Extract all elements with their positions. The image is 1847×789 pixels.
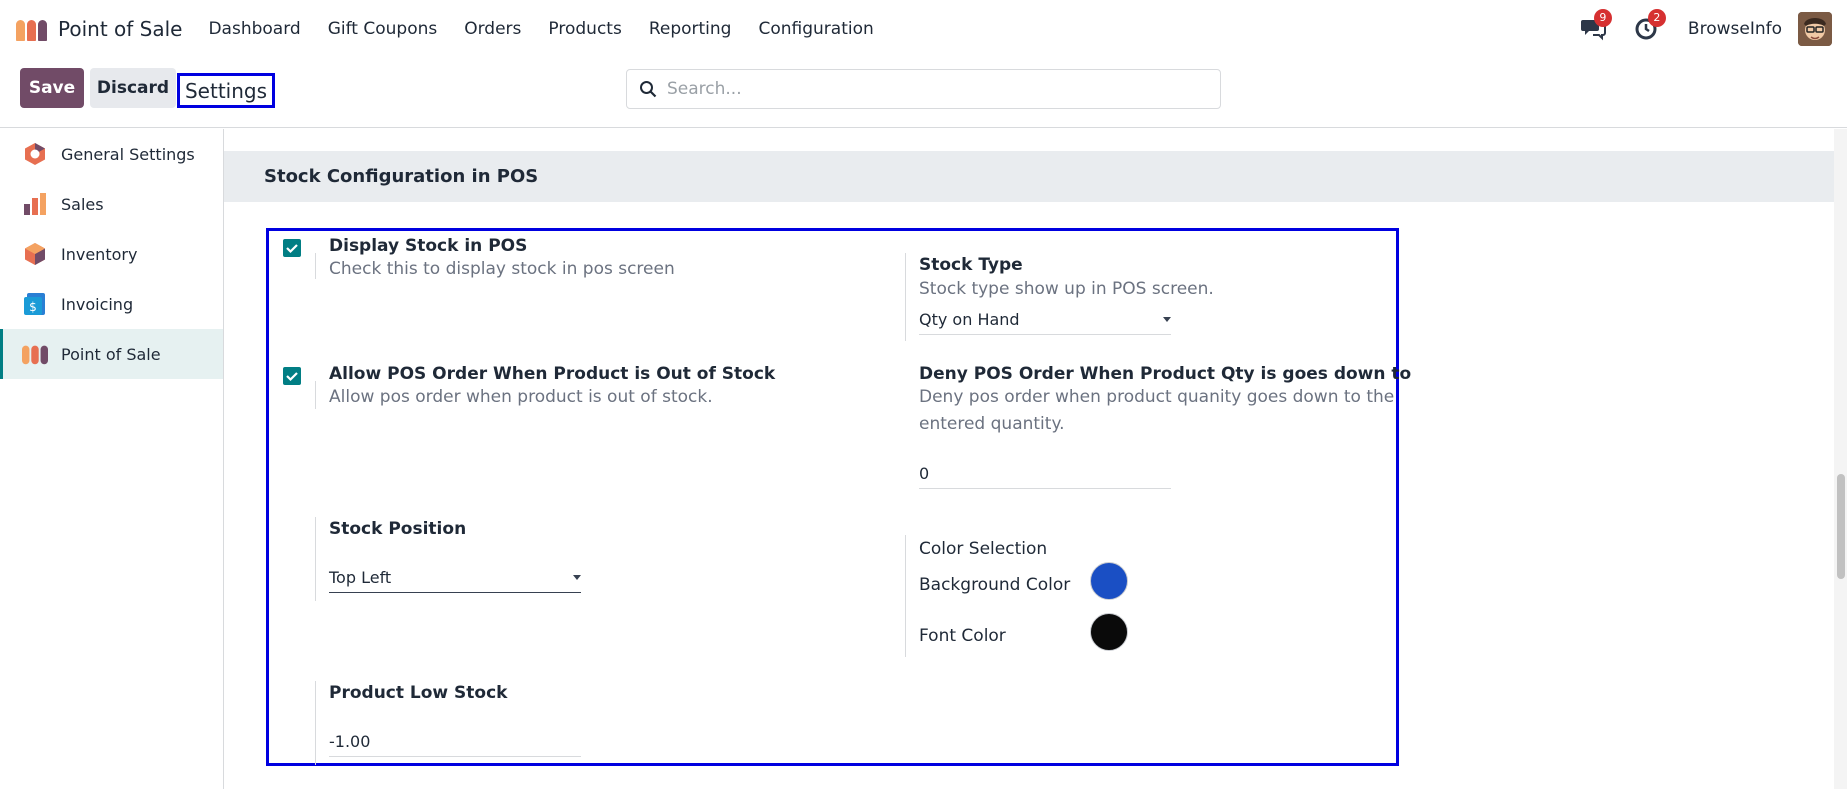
sidebar-item-invoicing[interactable]: $ Invoicing: [0, 279, 223, 329]
sidebar-item-label: Sales: [61, 194, 104, 214]
allow-order-title: Allow POS Order When Product is Out of S…: [329, 364, 776, 384]
avatar[interactable]: [1798, 12, 1832, 46]
deny-order-quantity-input[interactable]: 0: [919, 464, 1171, 489]
messages-button[interactable]: 9: [1580, 9, 1612, 43]
allow-order-description: Allow pos order when product is out of s…: [329, 387, 713, 407]
background-color-swatch[interactable]: [1090, 562, 1128, 600]
navbar-right: 9 2 BrowseInfo: [1580, 0, 1847, 58]
settings-content: Stock Configuration in POS Display Stock…: [224, 129, 1834, 789]
sidebar-item-label: Invoicing: [61, 294, 134, 314]
menu-reporting[interactable]: Reporting: [649, 19, 732, 39]
setting-divider: [905, 253, 906, 341]
sidebar-item-inventory[interactable]: Inventory: [0, 229, 223, 279]
setting-divider: [315, 517, 316, 601]
font-color-label: Font Color: [919, 626, 1006, 646]
chevron-down-icon: [573, 575, 581, 580]
sales-icon: [22, 191, 48, 217]
deny-order-description-line1: Deny pos order when product quanity goes…: [919, 387, 1395, 407]
control-panel: Save Discard Settings: [0, 58, 1847, 128]
scrollbar[interactable]: [1834, 129, 1847, 789]
invoicing-icon: $: [22, 291, 48, 317]
save-button[interactable]: Save: [20, 68, 84, 108]
stock-position-select[interactable]: Top Left: [329, 568, 581, 593]
svg-text:$: $: [29, 300, 37, 314]
stock-settings-box: Display Stock in POS Check this to displ…: [266, 228, 1411, 766]
setting-divider: [315, 253, 316, 279]
search-icon: [640, 81, 657, 98]
sidebar-item-sales[interactable]: Sales: [0, 179, 223, 229]
general-settings-icon: [22, 141, 48, 167]
search-input[interactable]: [667, 79, 1187, 99]
top-navbar: Point of Sale Dashboard Gift Coupons Ord…: [0, 0, 1847, 58]
display-stock-title: Display Stock in POS: [329, 236, 528, 256]
user-name[interactable]: BrowseInfo: [1688, 19, 1782, 39]
deny-order-title: Deny POS Order When Product Qty is goes …: [919, 364, 1412, 384]
breadcrumb: Settings: [177, 73, 275, 108]
low-stock-title: Product Low Stock: [329, 683, 508, 703]
point-of-sale-logo-icon: [16, 17, 48, 41]
sidebar-item-general-settings[interactable]: General Settings: [0, 129, 223, 179]
setting-divider: [315, 681, 316, 765]
inventory-icon: [22, 241, 48, 267]
discard-button[interactable]: Discard: [90, 68, 176, 108]
allow-order-checkbox[interactable]: [283, 367, 301, 385]
font-color-swatch[interactable]: [1090, 613, 1128, 651]
messages-count-badge: 9: [1593, 9, 1612, 27]
deny-order-description-line2: entered quantity.: [919, 414, 1065, 434]
avatar-image-icon: [1798, 12, 1832, 46]
setting-divider: [315, 381, 316, 409]
sidebar-item-label: Inventory: [61, 244, 138, 264]
menu-orders[interactable]: Orders: [464, 19, 521, 39]
display-stock-description: Check this to display stock in pos scree…: [329, 259, 675, 279]
menu-gift-coupons[interactable]: Gift Coupons: [328, 19, 438, 39]
point-of-sale-icon: [22, 341, 48, 367]
sidebar-item-point-of-sale[interactable]: Point of Sale: [0, 329, 223, 379]
stock-position-value: Top Left: [329, 568, 392, 587]
setting-divider: [905, 535, 906, 657]
app-title: Point of Sale: [58, 17, 183, 41]
app-brand[interactable]: Point of Sale: [16, 17, 182, 41]
stock-type-select[interactable]: Qty on Hand: [919, 310, 1171, 335]
scrollbar-thumb[interactable]: [1837, 474, 1845, 579]
sidebar-item-label: General Settings: [61, 144, 195, 164]
sidebar-item-label: Point of Sale: [61, 344, 161, 364]
check-icon: [286, 372, 298, 382]
chevron-down-icon: [1163, 317, 1171, 322]
menu-configuration[interactable]: Configuration: [758, 19, 873, 39]
section-title: Stock Configuration in POS: [224, 151, 1834, 202]
stock-type-title: Stock Type: [919, 255, 1023, 275]
stock-position-title: Stock Position: [329, 519, 467, 539]
search-bar[interactable]: [626, 69, 1221, 109]
check-icon: [286, 244, 298, 254]
display-stock-checkbox[interactable]: [283, 239, 301, 257]
menu-dashboard[interactable]: Dashboard: [208, 19, 300, 39]
settings-sidebar: General Settings Sales Inventory $ Invoi…: [0, 129, 224, 789]
menu-products[interactable]: Products: [548, 19, 621, 39]
main-menu: Dashboard Gift Coupons Orders Products R…: [208, 19, 900, 39]
stock-type-value: Qty on Hand: [919, 310, 1020, 329]
background-color-label: Background Color: [919, 575, 1071, 595]
activities-count-badge: 2: [1647, 9, 1666, 27]
color-selection-title: Color Selection: [919, 539, 1048, 559]
low-stock-input[interactable]: -1.00: [329, 732, 581, 757]
stock-type-description: Stock type show up in POS screen.: [919, 279, 1214, 299]
activities-button[interactable]: 2: [1634, 9, 1666, 43]
